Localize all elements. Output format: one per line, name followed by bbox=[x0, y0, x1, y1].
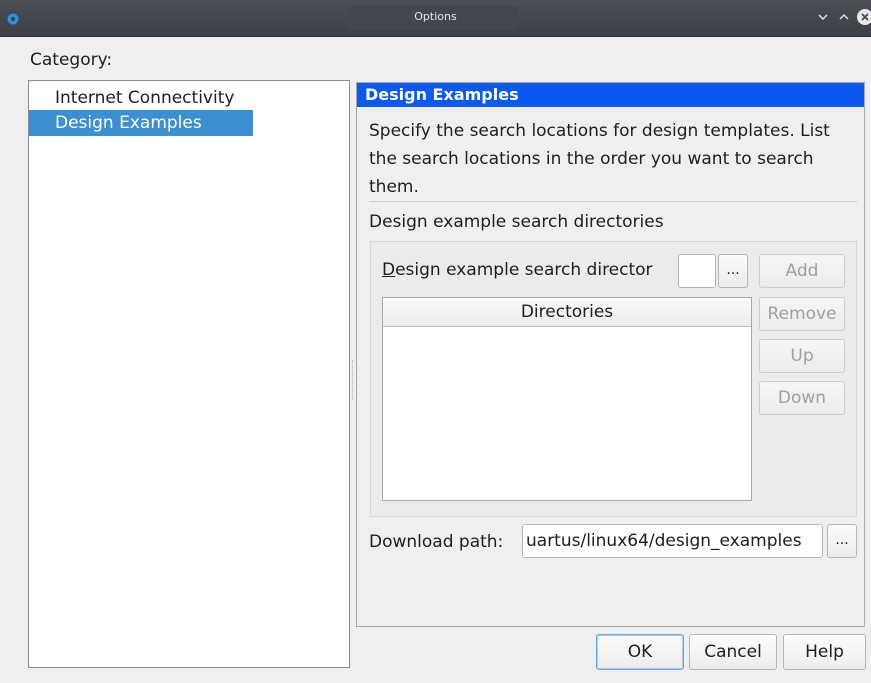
add-button[interactable]: Add bbox=[759, 254, 845, 288]
mnemonic-letter: D bbox=[382, 260, 396, 280]
directories-column-header[interactable]: Directories bbox=[383, 298, 751, 327]
ok-button[interactable]: OK bbox=[596, 634, 684, 670]
remove-button[interactable]: Remove bbox=[759, 297, 845, 331]
chevron-down-icon bbox=[818, 14, 828, 20]
help-button[interactable]: Help bbox=[783, 634, 866, 670]
splitter-handle[interactable] bbox=[352, 360, 355, 400]
close-button[interactable] bbox=[857, 9, 871, 25]
section-title: Design example search directories bbox=[369, 212, 664, 232]
options-dialog: Options Category: Internet Connectivity … bbox=[0, 0, 871, 683]
category-list[interactable]: Internet Connectivity Design Examples bbox=[28, 80, 350, 668]
category-label: Category: bbox=[30, 50, 113, 70]
download-path-label: Download path: bbox=[369, 532, 504, 552]
maximize-button[interactable] bbox=[836, 9, 852, 25]
panel-header: Design Examples bbox=[357, 83, 864, 107]
cancel-button[interactable]: Cancel bbox=[689, 634, 777, 670]
design-examples-panel: Design Examples Specify the search locat… bbox=[356, 82, 865, 627]
divider bbox=[369, 201, 857, 202]
download-path-input[interactable]: uartus/linux64/design_examples bbox=[522, 524, 823, 558]
panel-description: Specify the search locations for design … bbox=[369, 121, 830, 197]
chevron-up-icon bbox=[839, 14, 849, 20]
download-path-browse-button[interactable]: ... bbox=[827, 524, 857, 558]
close-icon bbox=[861, 13, 869, 21]
directory-field-label-text: esign example search director bbox=[395, 260, 653, 280]
window-title: Options bbox=[414, 10, 457, 23]
download-path-value: uartus/linux64/design_examples bbox=[526, 531, 802, 551]
down-button[interactable]: Down bbox=[759, 381, 845, 415]
directories-table[interactable]: Directories bbox=[382, 297, 752, 501]
minimize-button[interactable] bbox=[815, 9, 831, 25]
directory-field-label: Design example search director bbox=[382, 260, 653, 280]
directory-browse-button[interactable]: ... bbox=[718, 254, 748, 288]
title-bar[interactable]: Options bbox=[0, 0, 871, 37]
up-button[interactable]: Up bbox=[759, 339, 845, 373]
category-item-design-examples[interactable]: Design Examples bbox=[29, 110, 253, 136]
category-item-internet-connectivity[interactable]: Internet Connectivity bbox=[29, 85, 289, 111]
directory-input[interactable] bbox=[678, 254, 716, 288]
search-directories-group: Design example search director ... Direc… bbox=[370, 241, 857, 517]
